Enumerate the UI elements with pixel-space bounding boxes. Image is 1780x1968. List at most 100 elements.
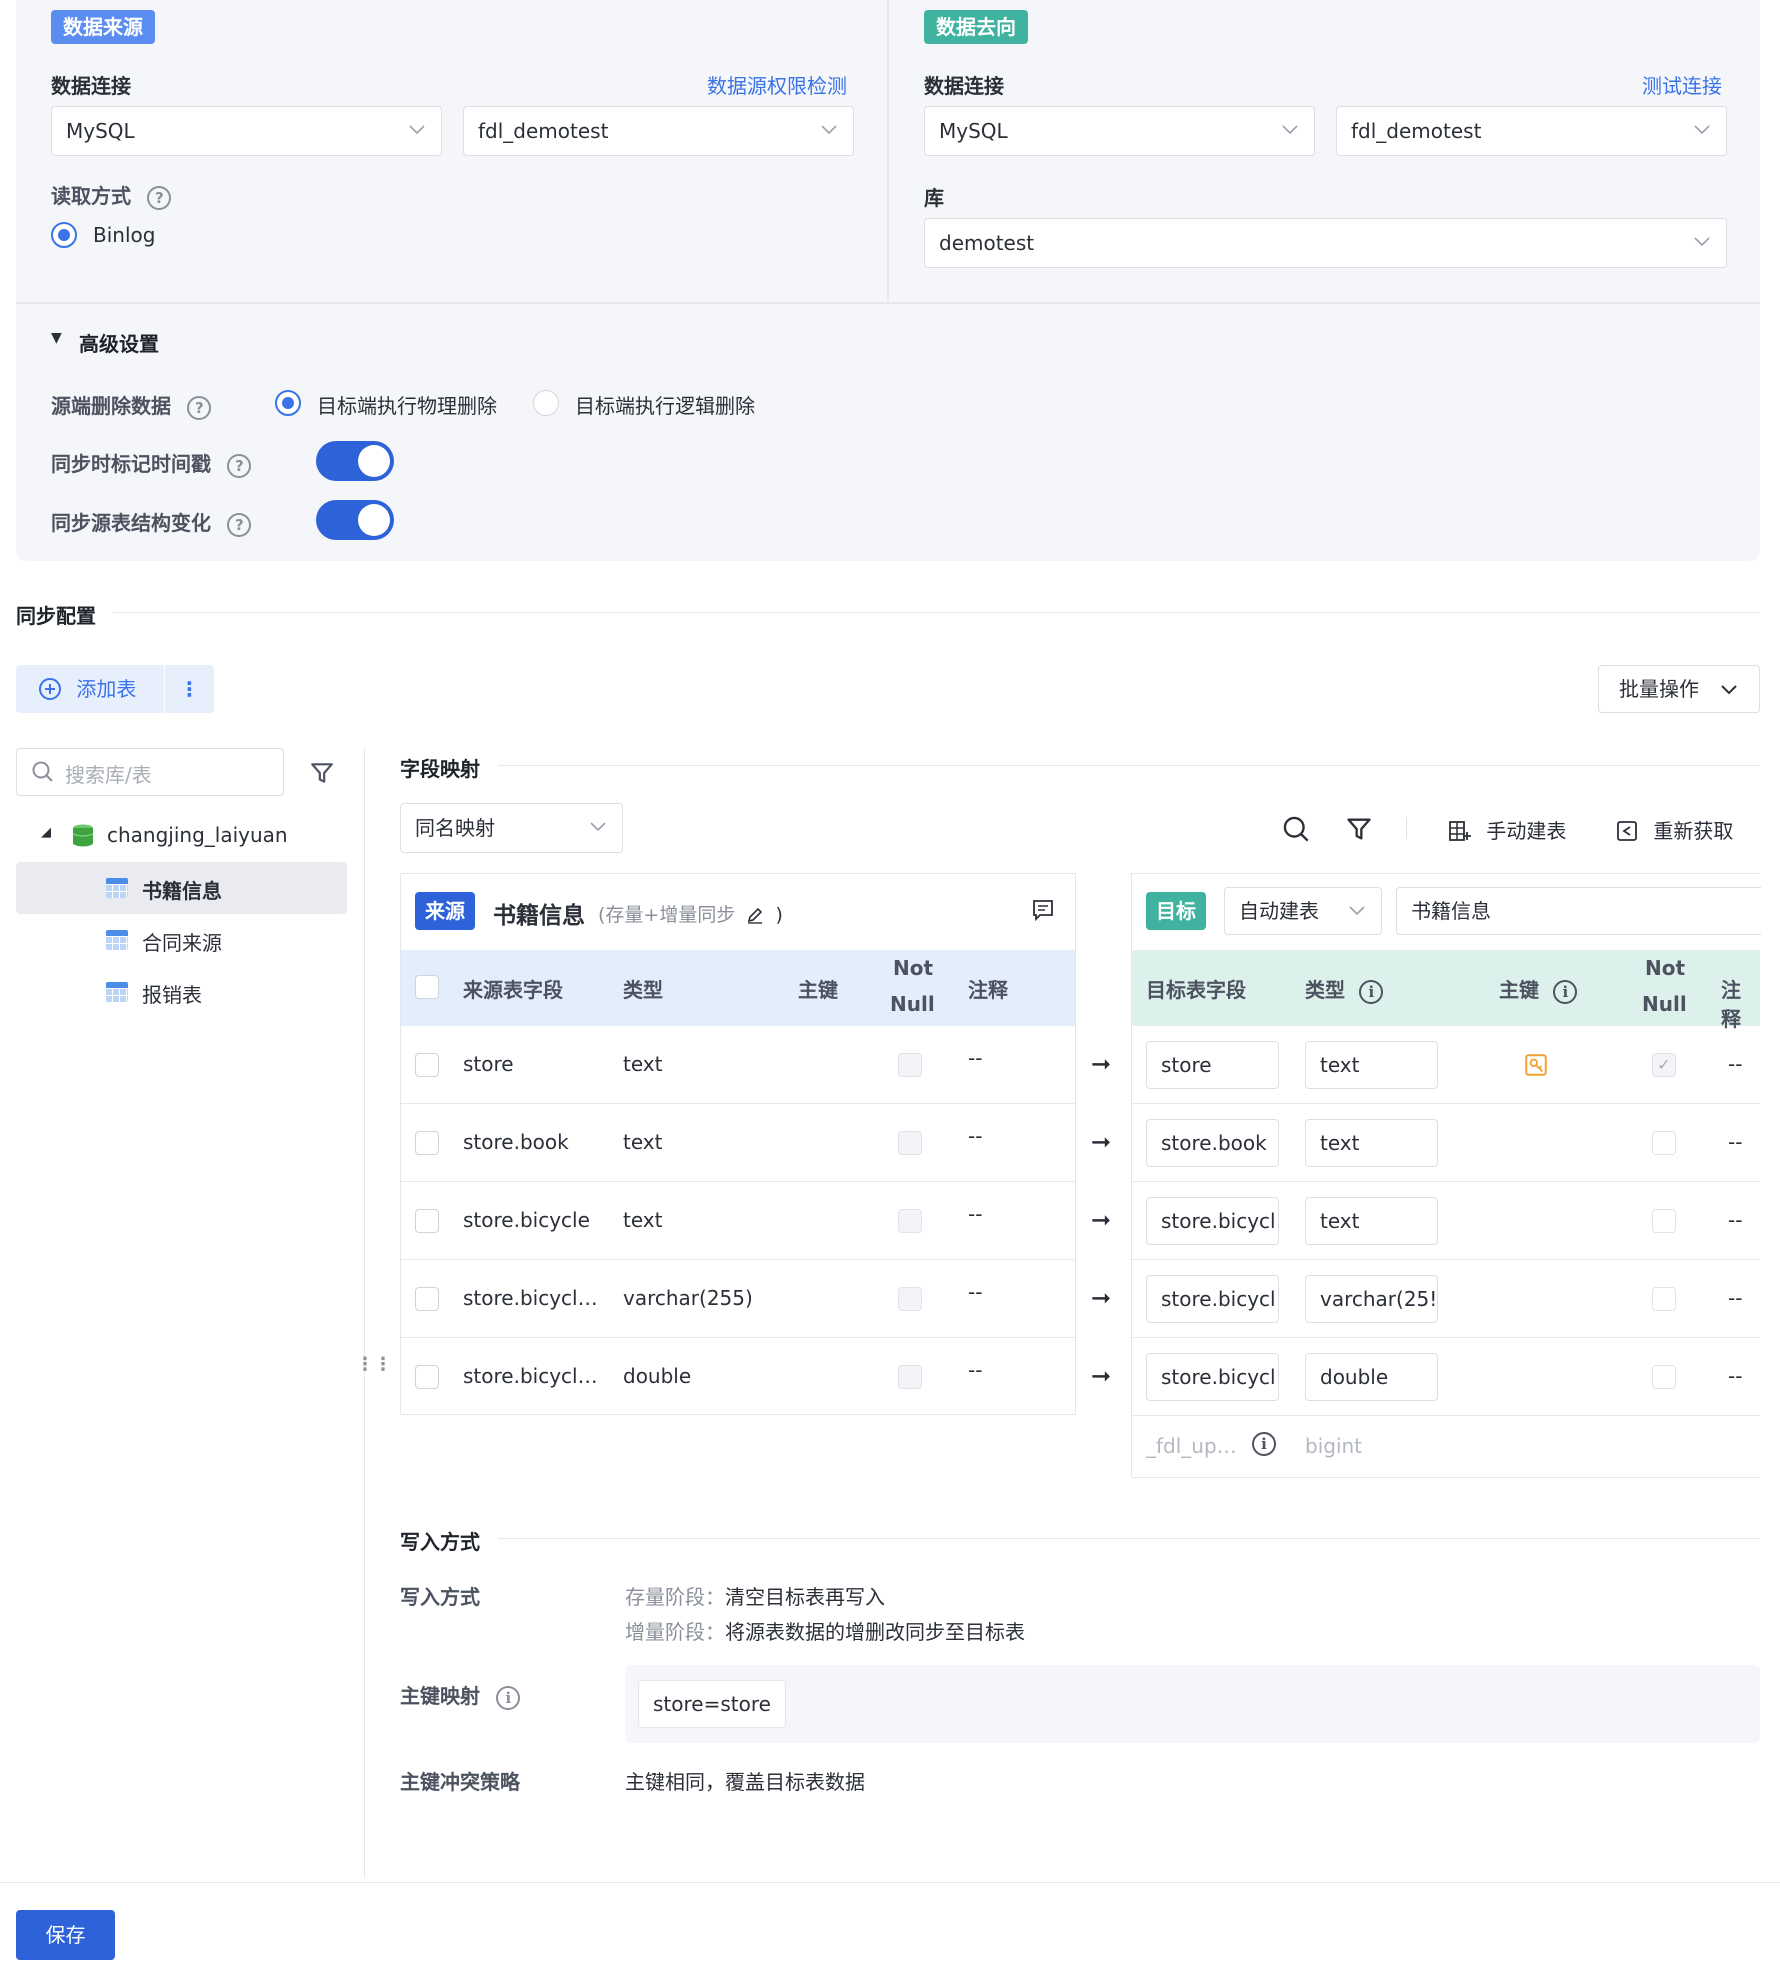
incr-stage-line: 增量阶段：将源表数据的增删改同步至目标表 xyxy=(625,1616,1025,1645)
row-checkbox[interactable] xyxy=(415,1053,439,1077)
schema-change-label: 同步源表结构变化 xyxy=(51,511,211,535)
tree-db-node[interactable]: changjing_laiyuan xyxy=(107,823,288,847)
help-icon[interactable]: ? xyxy=(187,395,212,420)
not-null-checkbox[interactable] xyxy=(1652,1209,1676,1233)
test-connection-link[interactable]: 测试连接 xyxy=(1642,70,1722,99)
source-field: store.bicycl… xyxy=(463,1364,598,1388)
logical-delete-radio[interactable] xyxy=(533,390,559,416)
target-table-name-input[interactable]: 书籍信息 xyxy=(1396,887,1761,935)
target-type-input[interactable]: text xyxy=(1305,1197,1438,1245)
schema-change-toggle[interactable] xyxy=(316,500,394,540)
row-checkbox[interactable] xyxy=(415,1365,439,1389)
table-search-input[interactable]: 搜索库/表 xyxy=(16,748,284,796)
col-header: 注释 xyxy=(968,978,1008,1002)
info-icon[interactable]: i xyxy=(1553,979,1578,1004)
help-icon[interactable]: ? xyxy=(147,185,172,210)
row-divider xyxy=(1132,1415,1760,1416)
target-comment: -- xyxy=(1728,1364,1743,1388)
tree-table-item[interactable]: 合同来源 xyxy=(142,927,222,956)
chevron-down-icon xyxy=(821,125,837,135)
not-null-checkbox[interactable] xyxy=(1652,1287,1676,1311)
source-type: varchar(255) xyxy=(623,1286,753,1310)
source-type: text xyxy=(623,1052,663,1076)
col-header: 主键 xyxy=(1499,978,1539,1002)
target-field-input[interactable]: store.bicycl xyxy=(1146,1197,1279,1245)
target-type-input[interactable]: text xyxy=(1305,1041,1438,1089)
not-null-checkbox[interactable] xyxy=(1652,1131,1676,1155)
mapping-mode-select[interactable]: 同名映射 xyxy=(400,803,623,853)
more-options-button[interactable]: ⋮ xyxy=(165,665,214,713)
help-icon[interactable]: ? xyxy=(227,512,252,537)
source-table: 来源 书籍信息 (存量+增量同步 ) 来源表字段 类型 主键 Not Null … xyxy=(400,873,1076,1415)
row-divider xyxy=(1132,1181,1760,1182)
target-db-type-value: MySQL xyxy=(939,119,1008,143)
target-field-input[interactable]: store.bicycl xyxy=(1146,1353,1279,1401)
footer-divider xyxy=(0,1882,1780,1883)
source-db-type-select[interactable]: MySQL xyxy=(51,106,442,156)
logical-delete-label: 目标端执行逻辑删除 xyxy=(575,394,755,418)
info-icon[interactable]: i xyxy=(496,1685,521,1710)
sync-config-title: 同步配置 xyxy=(16,604,96,628)
arrow-right-icon: ➞ xyxy=(1091,1050,1112,1078)
col-header: 注释 xyxy=(1721,978,1741,1031)
table-search-placeholder: 搜索库/表 xyxy=(65,763,152,787)
filter-icon[interactable] xyxy=(1345,815,1373,843)
col-header: 类型 xyxy=(1305,978,1345,1002)
select-all-checkbox[interactable] xyxy=(415,975,439,999)
pk-mapping-chip[interactable]: store=store xyxy=(638,1680,786,1728)
comment-icon[interactable] xyxy=(1031,898,1055,922)
target-field-input[interactable]: store xyxy=(1146,1041,1279,1089)
permission-check-link[interactable]: 数据源权限检测 xyxy=(707,70,847,99)
physical-delete-radio[interactable] xyxy=(275,390,301,416)
source-field: store xyxy=(463,1052,514,1076)
panel-divider xyxy=(887,0,889,302)
target-field-input[interactable]: store.bicycl xyxy=(1146,1275,1279,1323)
row-checkbox[interactable] xyxy=(415,1209,439,1233)
help-icon[interactable]: ? xyxy=(227,453,252,478)
mapping-mode-value: 同名映射 xyxy=(415,816,495,840)
manual-create-button[interactable]: 手动建表 xyxy=(1448,815,1566,844)
save-button[interactable]: 保存 xyxy=(16,1910,115,1960)
timestamp-toggle[interactable] xyxy=(316,441,394,481)
collapse-triangle-icon[interactable]: ▼ xyxy=(51,330,62,346)
not-null-checkbox xyxy=(898,1131,922,1155)
primary-key-icon[interactable] xyxy=(1523,1052,1549,1078)
refresh-icon xyxy=(1617,821,1637,841)
search-icon[interactable] xyxy=(1282,815,1310,843)
read-mode-binlog-label: Binlog xyxy=(93,223,156,247)
stock-stage-value: 清空目标表再写入 xyxy=(725,1585,885,1609)
filter-icon[interactable] xyxy=(309,760,335,786)
read-mode-binlog-radio[interactable] xyxy=(51,222,77,248)
info-icon[interactable]: i xyxy=(1252,1432,1276,1456)
tree-table-item[interactable]: 报销表 xyxy=(142,979,202,1008)
target-type-input[interactable]: double xyxy=(1305,1353,1438,1401)
col-header: 主键 xyxy=(798,978,838,1002)
target-table-name-value: 书籍信息 xyxy=(1411,899,1491,923)
refetch-button[interactable]: 重新获取 xyxy=(1615,815,1733,844)
target-db-name-select[interactable]: fdl_demotest xyxy=(1336,106,1727,156)
row-checkbox[interactable] xyxy=(415,1131,439,1155)
drag-handle-icon[interactable]: ⋮⋮ xyxy=(356,1356,392,1374)
info-icon[interactable]: i xyxy=(1359,979,1384,1004)
tree-expand-icon[interactable]: ◢ xyxy=(41,825,51,840)
edit-icon[interactable] xyxy=(745,905,765,925)
physical-delete-label: 目标端执行物理删除 xyxy=(317,394,497,418)
add-table-button[interactable]: 添加表 xyxy=(16,665,164,713)
row-checkbox[interactable] xyxy=(415,1287,439,1311)
source-db-name-select[interactable]: fdl_demotest xyxy=(463,106,854,156)
target-lib-label: 库 xyxy=(924,186,944,210)
source-comment: -- xyxy=(968,1202,983,1226)
target-type-input[interactable]: text xyxy=(1305,1119,1438,1167)
pk-mapping-box: store=store xyxy=(625,1665,1760,1743)
advanced-title[interactable]: 高级设置 xyxy=(79,328,159,357)
tree-table-item[interactable]: 书籍信息 xyxy=(142,875,222,904)
source-comment: -- xyxy=(968,1358,983,1382)
target-create-mode-select[interactable]: 自动建表 xyxy=(1224,887,1382,935)
arrow-right-icon: ➞ xyxy=(1091,1284,1112,1312)
target-type-input[interactable]: varchar(25! xyxy=(1305,1275,1438,1323)
target-db-type-select[interactable]: MySQL xyxy=(924,106,1315,156)
target-lib-select[interactable]: demotest xyxy=(924,218,1727,268)
batch-operation-button[interactable]: 批量操作 xyxy=(1598,665,1760,713)
target-field-input[interactable]: store.book xyxy=(1146,1119,1279,1167)
not-null-checkbox[interactable] xyxy=(1652,1365,1676,1389)
